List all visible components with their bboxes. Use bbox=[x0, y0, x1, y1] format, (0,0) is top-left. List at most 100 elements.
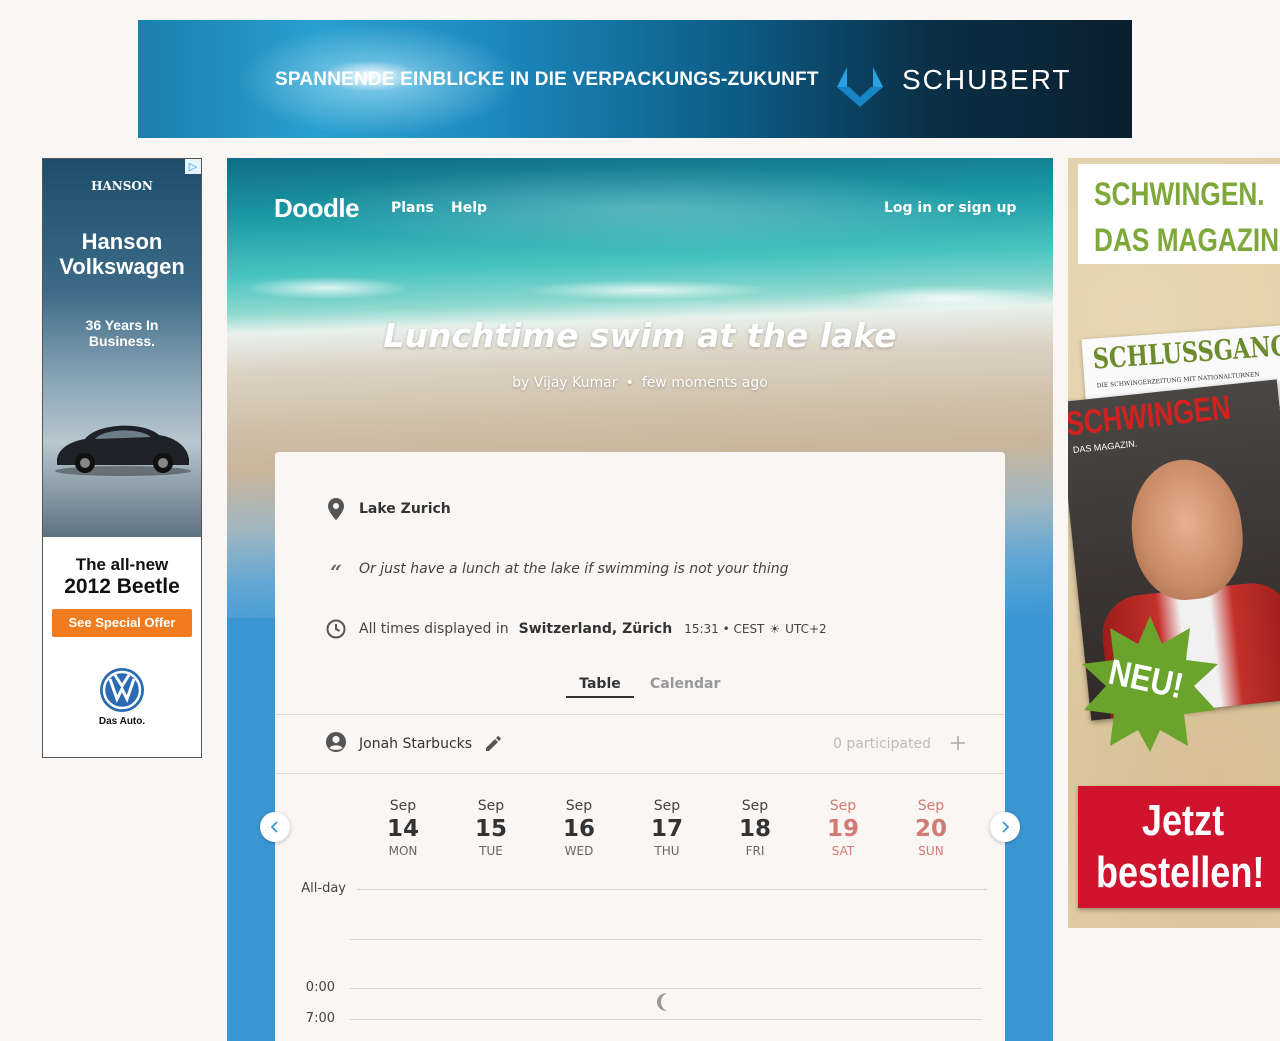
previous-week-button[interactable] bbox=[260, 812, 290, 842]
nav-plans-link[interactable]: Plans bbox=[391, 200, 434, 216]
timezone-time: 15:31 • CEST bbox=[684, 622, 765, 636]
participant-row: Jonah Starbucks 0 participated bbox=[325, 732, 970, 756]
day-column[interactable]: Sep 15 TUE bbox=[461, 798, 521, 858]
tab-table[interactable]: Table bbox=[566, 676, 634, 698]
day-weekday: SAT bbox=[831, 844, 855, 858]
right-ad-headline-line1: SCHWINGEN. bbox=[1094, 176, 1265, 212]
day-month: Sep bbox=[741, 798, 769, 814]
day-number: 17 bbox=[650, 816, 683, 842]
all-day-line bbox=[357, 889, 987, 890]
cover-man-face bbox=[1124, 454, 1249, 605]
day-number: 20 bbox=[914, 816, 947, 842]
left-ad-title-line2: Volkswagen bbox=[59, 254, 185, 279]
left-ad-title: Hanson Volkswagen bbox=[43, 229, 201, 279]
day-month: Sep bbox=[477, 798, 505, 814]
edit-name-icon[interactable] bbox=[484, 735, 502, 753]
right-skyscraper-ad[interactable]: SCHWINGEN. DAS MAGAZIN SCHLUSSGANG DIE S… bbox=[1068, 158, 1280, 928]
day-number: 14 bbox=[386, 816, 419, 842]
left-ad-model-line1: The all-new bbox=[75, 555, 169, 574]
clock-icon bbox=[325, 618, 347, 640]
vw-slogan: Das Auto. bbox=[98, 716, 146, 727]
right-ad-header: SCHWINGEN. DAS MAGAZIN bbox=[1078, 164, 1280, 264]
day-column[interactable]: Sep 18 FRI bbox=[725, 798, 785, 858]
day-column[interactable]: Sep 16 WED bbox=[549, 798, 609, 858]
hanson-logo: HANSON bbox=[91, 179, 153, 193]
meta-separator: • bbox=[625, 375, 634, 391]
add-participant-icon[interactable] bbox=[949, 734, 967, 756]
day-month: Sep bbox=[653, 798, 681, 814]
time-label-0: 0:00 bbox=[305, 980, 335, 995]
timezone-selector[interactable]: Switzerland, Zürich bbox=[519, 621, 673, 637]
day-month: Sep bbox=[917, 798, 945, 814]
left-ad-model-line2: 2012 Beetle bbox=[64, 575, 180, 598]
location-row: Lake Zurich bbox=[325, 497, 451, 521]
top-ad-brand: SCHUBERT bbox=[902, 64, 1072, 95]
day-number: 15 bbox=[474, 816, 507, 842]
nav-help-link[interactable]: Help bbox=[451, 200, 487, 216]
timezone-row: All times displayed in Switzerland, Züri… bbox=[325, 617, 827, 641]
poll-author: by Vijay Kumar bbox=[512, 375, 618, 391]
top-ad-headline: SPANNENDE EINBLICKE IN DIE VERPACKUNGS-Z… bbox=[275, 69, 819, 90]
location-pin-icon bbox=[325, 498, 347, 520]
cta-line1: Jetzt bbox=[1141, 796, 1225, 845]
day-number: 16 bbox=[562, 816, 595, 842]
vw-logo-icon bbox=[100, 668, 144, 712]
poll-title: Lunchtime swim at the lake bbox=[383, 316, 897, 355]
description-text: Or just have a lunch at the lake if swim… bbox=[359, 561, 789, 577]
user-avatar-icon bbox=[325, 731, 347, 757]
day-month: Sep bbox=[389, 798, 417, 814]
left-ad-tagline-line2: Business. bbox=[88, 333, 156, 349]
schubert-logo-icon bbox=[837, 67, 883, 107]
poll-time-ago: few moments ago bbox=[641, 375, 768, 391]
location-text: Lake Zurich bbox=[359, 501, 451, 517]
day-month: Sep bbox=[565, 798, 593, 814]
participant-name: Jonah Starbucks bbox=[359, 736, 473, 752]
left-ad-tagline-line1: 36 Years In bbox=[85, 317, 159, 333]
moon-icon bbox=[655, 992, 673, 1016]
tab-calendar[interactable]: Calendar bbox=[650, 676, 720, 692]
doodle-poll-page: Doodle Plans Help Log in or sign up Lunc… bbox=[227, 158, 1053, 1041]
day-weekday: THU bbox=[654, 844, 680, 858]
day-weekday: MON bbox=[388, 844, 418, 858]
time-label-7: 7:00 bbox=[305, 1011, 335, 1026]
day-weekday: WED bbox=[564, 844, 594, 858]
timezone-offset: UTC+2 bbox=[785, 622, 827, 636]
day-column[interactable]: Sep 17 THU bbox=[637, 798, 697, 858]
left-skyscraper-ad[interactable]: ▷ HANSON Hanson Volkswagen 36 Years In B… bbox=[42, 158, 202, 758]
adchoices-icon[interactable]: ▷ bbox=[185, 159, 201, 174]
chevron-left-icon bbox=[270, 818, 280, 837]
quote-icon: “ bbox=[330, 560, 342, 584]
jetzt-bestellen-button[interactable]: Jetzt bestellen! bbox=[1078, 786, 1280, 908]
day-column[interactable]: Sep 14 MON bbox=[373, 798, 433, 858]
timezone-prefix: All times displayed in bbox=[359, 621, 509, 637]
day-column-weekend[interactable]: Sep 20 SUN bbox=[901, 798, 961, 858]
top-banner-ad[interactable]: SPANNENDE EINBLICKE IN DIE VERPACKUNGS-Z… bbox=[138, 20, 1132, 138]
day-number: 19 bbox=[826, 816, 859, 842]
day-weekday: SUN bbox=[918, 844, 944, 858]
divider bbox=[275, 714, 1005, 715]
day-column-weekend[interactable]: Sep 19 SAT bbox=[813, 798, 873, 858]
login-signup-link[interactable]: Log in or sign up bbox=[884, 200, 1016, 216]
sun-icon: ☀ bbox=[769, 622, 781, 636]
hero-wave-foam bbox=[227, 268, 1053, 318]
beetle-car-image bbox=[55, 425, 191, 476]
grid-line bbox=[350, 1019, 982, 1020]
day-month: Sep bbox=[829, 798, 857, 814]
cta-line2: bestellen! bbox=[1096, 848, 1265, 897]
poll-card: Lake Zurich “ Or just have a lunch at th… bbox=[260, 452, 1020, 1041]
left-ad-tagline: 36 Years In Business. bbox=[43, 317, 201, 349]
all-day-label: All-day bbox=[301, 881, 346, 896]
divider bbox=[275, 773, 1005, 774]
description-row: “ Or just have a lunch at the lake if sw… bbox=[325, 557, 789, 584]
participant-count: 0 participated bbox=[833, 736, 931, 752]
doodle-logo[interactable]: Doodle bbox=[274, 193, 360, 224]
grid-line bbox=[350, 988, 982, 989]
poll-meta: by Vijay Kumar • few moments ago bbox=[227, 375, 1053, 391]
schlussgang-title: SCHLUSSGANG bbox=[1091, 328, 1280, 376]
left-ad-title-line1: Hanson bbox=[81, 229, 163, 254]
right-ad-headline-line2: DAS MAGAZIN bbox=[1094, 222, 1280, 258]
next-week-button[interactable] bbox=[990, 812, 1020, 842]
chevron-right-icon bbox=[1000, 818, 1010, 837]
day-weekday: FRI bbox=[745, 844, 765, 858]
see-special-offer-button[interactable]: See Special Offer bbox=[52, 609, 192, 637]
